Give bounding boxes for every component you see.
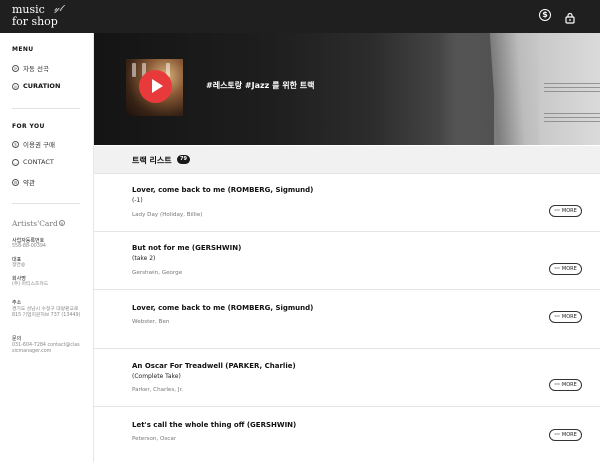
track-artist: Webster, Ben [132, 319, 170, 325]
curation-icon: ◎ [12, 82, 19, 90]
more-button[interactable]: ··· MORE [549, 205, 582, 217]
registered-icon: R [58, 220, 65, 226]
more-dots-icon: ··· [554, 382, 560, 388]
brand-signature: 𝓎𝓁 [54, 4, 63, 14]
more-button[interactable]: ··· MORE [549, 379, 582, 391]
track-row[interactable]: Lover, come back to me (ROMBERG, Sigmund… [94, 174, 600, 232]
settings-icon: ⚙ [12, 178, 19, 186]
sidebar-item-label: 자동 선곡 [23, 65, 49, 73]
staff-line [544, 91, 600, 92]
more-label: MORE [561, 432, 577, 438]
sidebar-divider [12, 108, 80, 109]
more-button[interactable]: ··· MORE [549, 263, 582, 275]
sidebar-divider [12, 203, 80, 204]
menu-section-title: MENU [12, 46, 34, 53]
track-artist: Lady Day (Holiday, Billie) [132, 212, 203, 218]
track-title: Lover, come back to me (ROMBERG, Sigmund… [132, 186, 314, 194]
staff-line [544, 87, 600, 88]
brand-line-2: for shop [12, 15, 58, 28]
track-row[interactable]: But not for me (GERSHWIN) (take 2) Gersh… [94, 232, 600, 290]
hero-shadow [454, 33, 494, 145]
info-label: 대표 [12, 257, 22, 263]
sidebar-item-curation[interactable]: ◎ CURATION [12, 82, 60, 90]
more-dots-icon: ··· [554, 208, 560, 214]
playlist-title: #레스토랑 #Jazz 를 위한 트랙 [206, 81, 315, 90]
sidebar-item-label: 이용권 구매 [23, 141, 55, 149]
coin-icon: $ [12, 140, 19, 148]
foryou-section-title: FOR YOU [12, 123, 45, 130]
track-subtitle: (Complete Take) [132, 373, 181, 380]
more-dots-icon: ··· [554, 266, 560, 272]
sidebar: MENU ⟳ 자동 선곡 ◎ CURATION FOR YOU $ 이용권 구매… [0, 33, 94, 462]
track-subtitle: (-1) [132, 197, 143, 204]
sidebar-item-terms[interactable]: ⚙ 약관 [12, 177, 35, 187]
info-label: 사업자등록번호 [12, 238, 45, 244]
staff-line [544, 113, 600, 114]
info-value: 경기도 성남시 수정구 대왕판교로 815 기업지원허브 737 (13449) [12, 307, 81, 318]
coin-icon[interactable]: $ [539, 9, 551, 21]
auto-select-icon: ⟳ [12, 64, 19, 72]
more-dots-icon: ··· [554, 314, 560, 320]
more-label: MORE [561, 208, 577, 214]
more-label: MORE [561, 266, 577, 272]
sidebar-item-label: CURATION [23, 82, 61, 90]
info-label: 문의 [12, 336, 22, 342]
brand-logo[interactable]: music for shop 𝓎𝓁 [12, 4, 62, 28]
info-value: 031-604-7284 contact@classicmanager.com [12, 343, 80, 354]
more-button[interactable]: ··· MORE [549, 429, 582, 441]
artists-card-logo: Artists'Card R [12, 219, 65, 228]
glass-shape [132, 63, 136, 77]
track-row[interactable]: Lover, come back to me (ROMBERG, Sigmund… [94, 290, 600, 349]
tracklist-header: 트랙 리스트 79 [94, 146, 600, 174]
staff-line [544, 121, 600, 122]
info-label: 주소 [12, 300, 22, 306]
track-title: Let's call the whole thing off (GERSHWIN… [132, 421, 297, 429]
top-bar: music for shop 𝓎𝓁 $ [0, 0, 600, 33]
track-artist: Peterson, Oscar [132, 436, 177, 442]
artists-card-text: Artists'Card [12, 219, 58, 228]
chat-icon: … [12, 158, 19, 166]
track-row[interactable]: Let's call the whole thing off (GERSHWIN… [94, 407, 600, 462]
staff-line [544, 117, 600, 118]
track-artist: Parker, Charles, Jr. [132, 387, 184, 393]
sheet-music-page [539, 33, 600, 145]
track-count-badge: 79 [177, 155, 190, 164]
more-dots-icon: ··· [554, 432, 560, 438]
info-value: (주) 아티스츠카드 [12, 282, 49, 287]
sidebar-item-contact[interactable]: … CONTACT [12, 158, 54, 166]
info-label: 회사명 [12, 276, 26, 282]
more-button[interactable]: ··· MORE [549, 311, 582, 323]
sidebar-item-auto-select[interactable]: ⟳ 자동 선곡 [12, 63, 49, 73]
play-button[interactable] [139, 70, 172, 103]
info-value: 정연승 [12, 263, 26, 268]
staff-line [544, 83, 600, 84]
track-subtitle: (take 2) [132, 255, 156, 262]
sidebar-item-purchase[interactable]: $ 이용권 구매 [12, 139, 55, 149]
more-label: MORE [561, 314, 577, 320]
tracklist-title: 트랙 리스트 [132, 156, 172, 165]
track-row[interactable]: An Oscar For Treadwell (PARKER, Charlie)… [94, 349, 600, 407]
track-title: An Oscar For Treadwell (PARKER, Charlie) [132, 362, 296, 370]
sidebar-item-label: 약관 [23, 179, 35, 187]
track-artist: Gershwin, George [132, 270, 183, 276]
more-label: MORE [561, 382, 577, 388]
track-title: Lover, come back to me (ROMBERG, Sigmund… [132, 304, 314, 312]
sidebar-item-label: CONTACT [23, 158, 54, 166]
info-value: 558-88-00394 [12, 244, 46, 249]
lock-bag-icon[interactable] [564, 9, 576, 24]
track-title: But not for me (GERSHWIN) [132, 244, 242, 252]
